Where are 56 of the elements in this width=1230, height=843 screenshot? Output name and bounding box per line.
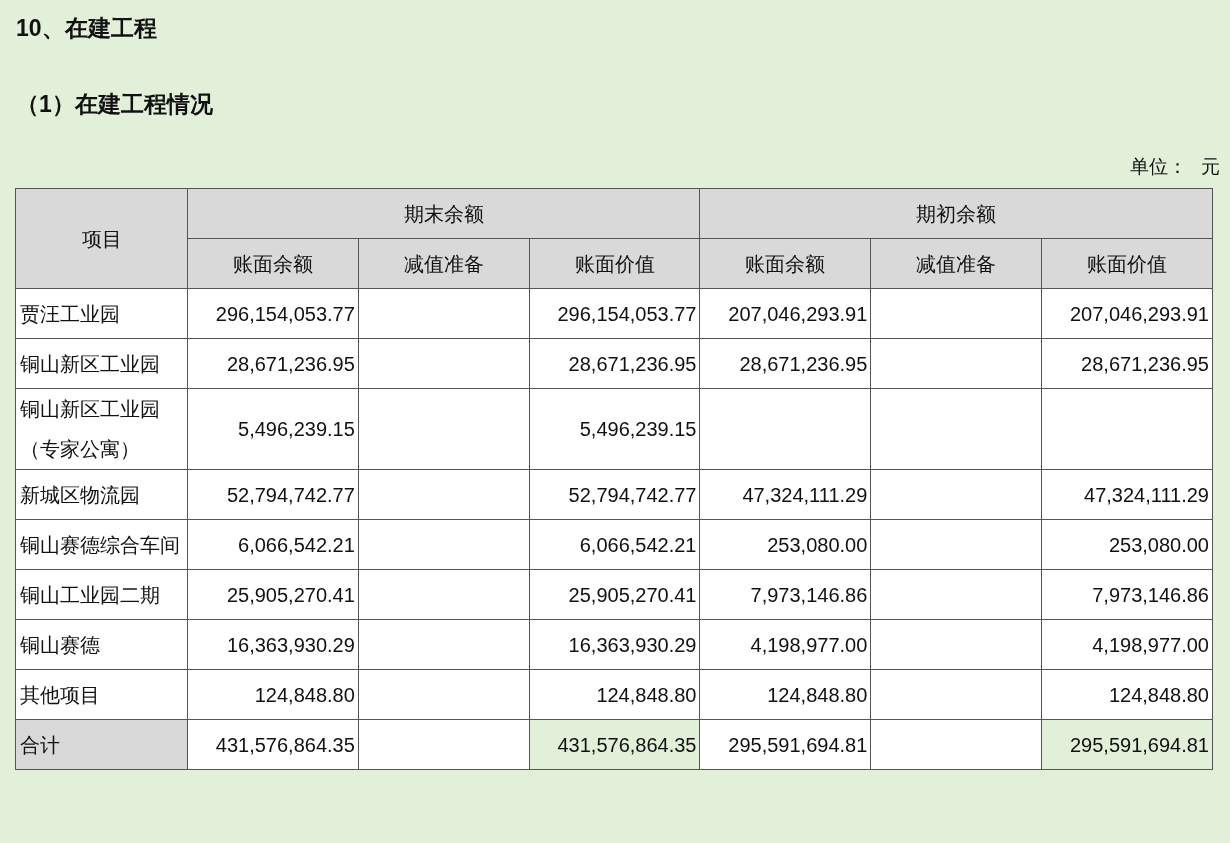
unit-label: 单位： [1130, 155, 1187, 179]
amount-cell: 52,794,742.77 [187, 469, 359, 520]
unit-value: 元 [1201, 155, 1220, 179]
header-cell: 账面余额 [187, 238, 359, 289]
item-cell: 铜山赛德综合车间 [15, 519, 188, 570]
amount-cell: 28,671,236.95 [700, 338, 871, 389]
item-cell: 铜山工业园二期 [15, 569, 188, 620]
amount-cell: 4,198,977.00 [1041, 619, 1213, 670]
amount-cell: 4,198,977.00 [700, 619, 871, 670]
amount-cell: 5,496,239.15 [529, 388, 700, 470]
amount-cell: 124,848.80 [1041, 669, 1213, 720]
amount-cell: 124,848.80 [529, 669, 700, 720]
header-cell: 减值准备 [870, 238, 1042, 289]
item-cell: 合计 [15, 719, 188, 770]
header-cell: 账面价值 [1041, 238, 1213, 289]
header-cell: 期末余额 [187, 188, 700, 239]
header-cell: 账面价值 [529, 238, 700, 289]
amount-cell: 7,973,146.86 [1041, 569, 1213, 620]
amount-cell: 28,671,236.95 [529, 338, 700, 389]
amount-cell: 25,905,270.41 [529, 569, 700, 620]
amount-cell: 207,046,293.91 [1041, 288, 1213, 339]
amount-cell: 5,496,239.15 [187, 388, 359, 470]
subsection-title: （1）在建工程情况 [16, 90, 213, 119]
amount-cell: 124,848.80 [700, 669, 871, 720]
amount-cell: 124,848.80 [187, 669, 359, 720]
header-cell: 项目 [15, 188, 188, 289]
header-cell: 账面余额 [700, 238, 871, 289]
amount-cell: 431,576,864.35 [529, 719, 700, 770]
amount-cell: 296,154,053.77 [529, 288, 700, 339]
amount-cell: 47,324,111.29 [700, 469, 871, 520]
item-cell: 铜山新区工业园 [15, 338, 188, 389]
amount-cell: 253,080.00 [700, 519, 871, 570]
item-cell: 贾汪工业园 [15, 288, 188, 339]
section-title: 10、在建工程 [16, 14, 157, 43]
amount-cell: 296,154,053.77 [187, 288, 359, 339]
amount-cell: 52,794,742.77 [529, 469, 700, 520]
amount-cell: 28,671,236.95 [1041, 338, 1213, 389]
amount-cell: 16,363,930.29 [529, 619, 700, 670]
amount-cell: 28,671,236.95 [187, 338, 359, 389]
header-cell: 减值准备 [358, 238, 530, 289]
amount-cell: 431,576,864.35 [187, 719, 359, 770]
item-cell: 其他项目 [15, 669, 188, 720]
amount-cell: 47,324,111.29 [1041, 469, 1213, 520]
header-cell: 期初余额 [700, 188, 1213, 239]
amount-cell: 25,905,270.41 [187, 569, 359, 620]
amount-cell: 295,591,694.81 [1041, 719, 1213, 770]
amount-cell: 7,973,146.86 [700, 569, 871, 620]
item-cell: 新城区物流园 [15, 469, 188, 520]
amount-cell: 207,046,293.91 [700, 288, 871, 339]
amount-cell: 16,363,930.29 [187, 619, 359, 670]
amount-cell: 295,591,694.81 [700, 719, 871, 770]
item-cell: 铜山新区工业园（专家公寓） [15, 388, 188, 470]
amount-cell: 6,066,542.21 [187, 519, 359, 570]
amount-cell: 6,066,542.21 [529, 519, 700, 570]
amount-cell: 253,080.00 [1041, 519, 1213, 570]
item-cell: 铜山赛德 [15, 619, 188, 670]
